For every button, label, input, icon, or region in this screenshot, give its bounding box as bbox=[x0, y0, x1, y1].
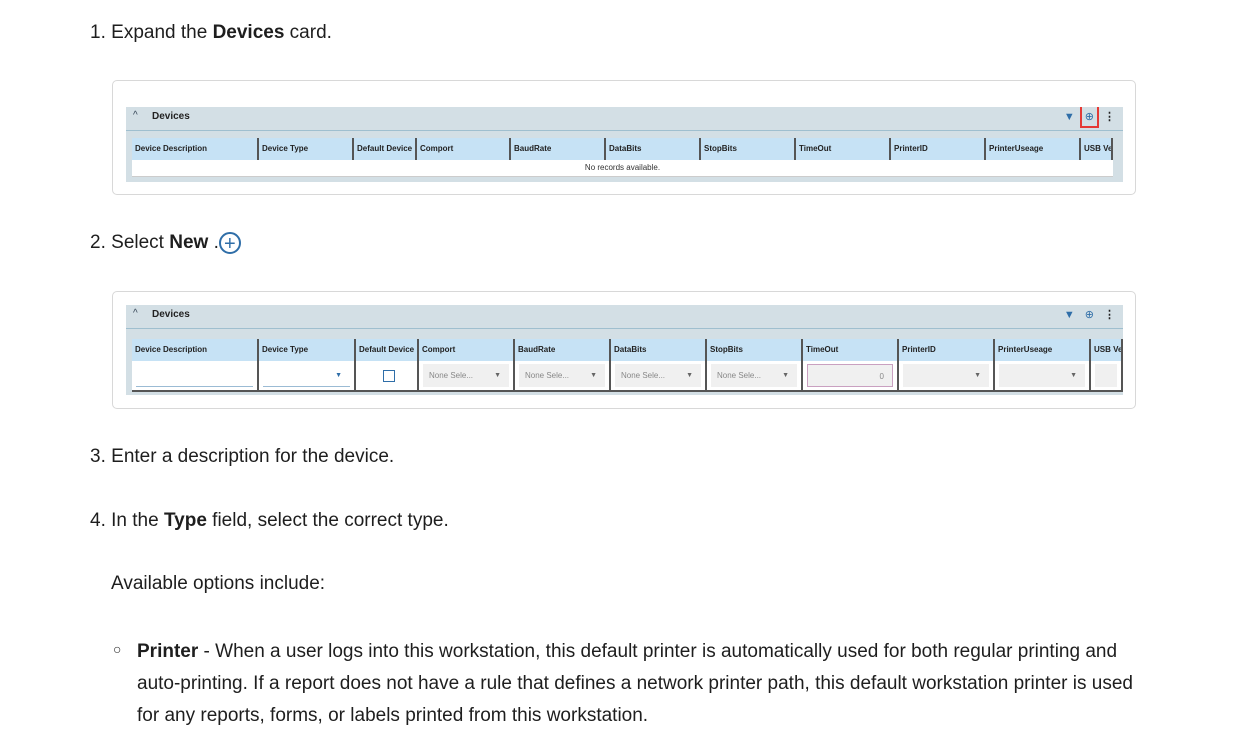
devices-panel: ^ Devices ▼ ⊕ ⋮ Device Description Device… bbox=[126, 305, 1123, 395]
column-header[interactable]: Comport bbox=[417, 138, 511, 160]
table-cell: None Sele... ▼ bbox=[611, 361, 707, 392]
column-header[interactable]: PrinterID bbox=[899, 339, 995, 361]
dropdown-arrow-icon: ▼ bbox=[1070, 372, 1077, 379]
option-printer: Printer - When a user logs into this wor… bbox=[137, 641, 1133, 726]
plus-circle-icon: + bbox=[218, 232, 241, 255]
column-header[interactable]: DataBits bbox=[611, 339, 707, 361]
column-header[interactable]: Device Description bbox=[132, 138, 259, 160]
column-header[interactable]: Default Device bbox=[354, 138, 417, 160]
column-header[interactable]: BaudRate bbox=[515, 339, 611, 361]
comport-select[interactable]: None Sele... ▼ bbox=[423, 364, 509, 387]
column-header[interactable]: StopBits bbox=[707, 339, 803, 361]
column-header[interactable]: BaudRate bbox=[511, 138, 606, 160]
table-cell: None Sele... ▼ bbox=[419, 361, 515, 392]
usb-ver-field[interactable] bbox=[1095, 364, 1117, 387]
stopbits-value: None Sele... bbox=[717, 371, 762, 380]
add-new-icon[interactable]: ⊕ bbox=[1085, 308, 1094, 321]
column-header[interactable]: StopBits bbox=[701, 138, 796, 160]
collapse-chevron-icon[interactable]: ^ bbox=[133, 308, 138, 319]
stopbits-select[interactable]: None Sele... ▼ bbox=[711, 364, 797, 387]
table-cell: None Sele... ▼ bbox=[707, 361, 803, 392]
step-2: 2. Select New . + bbox=[90, 232, 241, 255]
dropdown-arrow-icon: ▼ bbox=[782, 372, 789, 379]
databits-value: None Sele... bbox=[621, 371, 666, 380]
baudrate-value: None Sele... bbox=[525, 371, 570, 380]
dropdown-arrow-icon: ▼ bbox=[335, 372, 342, 379]
devices-panel: ^ Devices ▼ ⊕ ⋮ Device Description Device… bbox=[126, 107, 1123, 182]
collapse-chevron-icon[interactable]: ^ bbox=[133, 110, 138, 121]
column-header[interactable]: TimeOut bbox=[803, 339, 899, 361]
panel-title: Devices bbox=[152, 309, 190, 320]
dropdown-arrow-icon: ▼ bbox=[686, 372, 693, 379]
devices-card-screenshot-1: ^ Devices ▼ ⊕ ⋮ Device Description Device… bbox=[112, 80, 1136, 195]
column-header[interactable]: USB Ver bbox=[1081, 138, 1113, 160]
table-cell: ▼ bbox=[899, 361, 995, 392]
column-header[interactable]: TimeOut bbox=[796, 138, 891, 160]
step-4: 4. In the Type field, select the correct… bbox=[90, 510, 449, 531]
table-cell: None Sele... ▼ bbox=[515, 361, 611, 392]
printeruseage-select[interactable]: ▼ bbox=[999, 364, 1085, 387]
table-cell: 0 bbox=[803, 361, 899, 392]
printerid-select[interactable]: ▼ bbox=[903, 364, 989, 387]
empty-message: No records available. bbox=[132, 160, 1113, 177]
dropdown-arrow-icon: ▼ bbox=[494, 372, 501, 379]
table-cell bbox=[1091, 361, 1123, 392]
dropdown-arrow-icon: ▼ bbox=[590, 372, 597, 379]
add-new-icon[interactable]: ⊕ bbox=[1079, 107, 1100, 128]
baudrate-select[interactable]: None Sele... ▼ bbox=[519, 364, 605, 387]
default-device-checkbox[interactable] bbox=[383, 370, 395, 382]
column-header[interactable]: USB Ver bbox=[1091, 339, 1123, 361]
bullet-icon: ○ bbox=[113, 641, 122, 657]
device-description-input[interactable] bbox=[136, 366, 253, 387]
column-header[interactable]: Device Type bbox=[259, 138, 354, 160]
column-header[interactable]: Comport bbox=[419, 339, 515, 361]
step-1: 1. Expand the Devices card. bbox=[90, 22, 332, 43]
column-header[interactable]: Device Type bbox=[259, 339, 356, 361]
devices-card-screenshot-2: ^ Devices ▼ ⊕ ⋮ Device Description Device… bbox=[112, 291, 1136, 409]
column-header[interactable]: PrinterID bbox=[891, 138, 986, 160]
available-options-label: Available options include: bbox=[111, 573, 326, 594]
comport-value: None Sele... bbox=[429, 371, 474, 380]
more-options-icon[interactable]: ⋮ bbox=[1104, 308, 1115, 321]
step-3: 3. Enter a description for the device. bbox=[90, 446, 395, 467]
table-cell: ▼ bbox=[259, 361, 356, 392]
dropdown-arrow-icon: ▼ bbox=[974, 372, 981, 379]
panel-header: ^ Devices ▼ ⊕ ⋮ bbox=[126, 305, 1123, 329]
table-cell bbox=[132, 361, 259, 392]
timeout-input[interactable]: 0 bbox=[807, 364, 893, 387]
panel-header: ^ Devices ▼ ⊕ ⋮ bbox=[126, 107, 1123, 131]
column-header[interactable]: Device Description bbox=[132, 339, 259, 361]
panel-title: Devices bbox=[152, 111, 190, 122]
column-header[interactable]: Default Device bbox=[356, 339, 419, 361]
databits-select[interactable]: None Sele... ▼ bbox=[615, 364, 701, 387]
column-header[interactable]: PrinterUseage bbox=[995, 339, 1091, 361]
device-type-select[interactable]: ▼ bbox=[263, 366, 350, 387]
filter-icon[interactable]: ▼ bbox=[1064, 309, 1075, 321]
column-header[interactable]: DataBits bbox=[606, 138, 701, 160]
filter-icon[interactable]: ▼ bbox=[1064, 111, 1075, 123]
more-options-icon[interactable]: ⋮ bbox=[1104, 110, 1115, 123]
column-header[interactable]: PrinterUseage bbox=[986, 138, 1081, 160]
table-cell: ▼ bbox=[995, 361, 1091, 392]
table-cell bbox=[356, 361, 419, 392]
